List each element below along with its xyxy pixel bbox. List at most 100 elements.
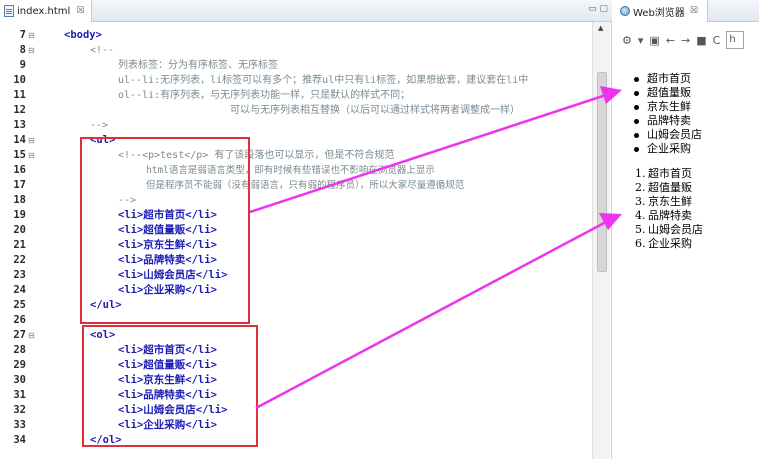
url-input[interactable]: h (726, 31, 745, 49)
line-number: 16 (13, 164, 26, 176)
list-number: 1. (635, 167, 646, 180)
list-number: 3. (635, 195, 646, 208)
line-number: 17 (13, 179, 26, 191)
line-number: 11 (13, 89, 26, 101)
ordered-list-render: 1. 超市首页 2. 超值量贩 3. 京东生鲜 4. 品牌特卖 5. 山姆会员店 6. 企业… (635, 167, 703, 251)
ol-highlight-box (82, 325, 258, 447)
scroll-up-icon[interactable]: ▲ (598, 24, 603, 32)
ul-highlight-box (80, 137, 250, 324)
code-line: 列表标签：分为有序标签、无序标签 (118, 60, 278, 71)
list-item-text: 京东生鲜 (648, 195, 692, 208)
list-item-text: 山姆会员店 (647, 128, 702, 141)
list-item-text: 品牌特卖 (648, 209, 692, 222)
line-number: 12 (13, 104, 26, 116)
list-item: 京东生鲜 (634, 100, 702, 114)
close-icon[interactable]: ☒ (690, 6, 698, 16)
bullet-icon (634, 90, 639, 96)
line-number: 22 (13, 254, 26, 266)
fold-toggle-icon[interactable]: ⊟ (28, 148, 36, 163)
scrollbar-thumb[interactable] (597, 72, 607, 272)
line-number: 10 (13, 74, 26, 86)
line-number: 20 (13, 224, 26, 236)
unordered-list-render: 超市首页 超值量贩 京东生鲜 品牌特卖 山姆会员店 企业采购 (634, 72, 702, 156)
list-item: 3. 京东生鲜 (635, 195, 703, 209)
bullet-icon (634, 146, 639, 152)
dropdown-icon[interactable]: ▾ (638, 34, 644, 47)
bullet-icon (634, 104, 639, 110)
line-number: 15 (13, 149, 26, 161)
line-number-gutter: 7 8 9 10 11 12 13 14 15 16 17 18 19 20 2… (0, 22, 44, 459)
list-item-text: 超值量贩 (647, 86, 691, 99)
code-editor-pane[interactable]: index.html ☒ ▭ ▢ 7 8 9 10 11 12 13 14 15… (0, 0, 612, 459)
browser-toolbar: ⚙ ▾ ▣ ← → ■ C h (616, 26, 759, 54)
line-number: 23 (13, 269, 26, 281)
editor-tab-bar: index.html ☒ ▭ ▢ (0, 0, 612, 22)
list-item: 2. 超值量贩 (635, 181, 703, 195)
browser-tab[interactable]: Web浏览器 ☒ (616, 0, 708, 22)
line-number: 28 (13, 344, 26, 356)
forward-icon[interactable]: → (681, 34, 690, 47)
list-number: 2. (635, 181, 646, 194)
vertical-scrollbar[interactable]: ▲ (592, 22, 610, 459)
list-item-text: 超市首页 (648, 167, 692, 180)
line-number: 19 (13, 209, 26, 221)
list-item-text: 企业采购 (648, 237, 692, 250)
page-icon[interactable]: ▣ (649, 34, 659, 47)
globe-icon (620, 6, 630, 16)
gear-icon[interactable]: ⚙ (622, 34, 632, 47)
fold-toggle-icon[interactable]: ⊟ (28, 28, 36, 43)
line-number: 30 (13, 374, 26, 386)
back-icon[interactable]: ← (666, 34, 675, 47)
editor-tab-index-html[interactable]: index.html ☒ (0, 0, 92, 22)
close-icon[interactable]: ☒ (76, 6, 84, 16)
line-number: 14 (13, 134, 26, 146)
bullet-icon (634, 132, 639, 138)
line-number: 7 (19, 29, 26, 41)
code-line: 可以与无序列表相互替换（以后可以通过样式将两者调整成一样） (230, 105, 520, 116)
code-line: ul--li:无序列表，li标签可以有多个；推荐ul中只有li标签，如果想嵌套，… (118, 75, 529, 86)
list-item-text: 京东生鲜 (647, 100, 691, 113)
line-number: 31 (13, 389, 26, 401)
html-file-icon (4, 5, 14, 17)
minimize-maximize-icon[interactable]: ▭ ▢ (588, 4, 608, 14)
line-number: 33 (13, 419, 26, 431)
list-item: 6. 企业采购 (635, 237, 703, 251)
code-line: <!-- (90, 45, 115, 56)
list-item: 1. 超市首页 (635, 167, 703, 181)
fold-toggle-icon[interactable]: ⊟ (28, 133, 36, 148)
line-number: 34 (13, 434, 26, 446)
list-item-text: 企业采购 (647, 142, 691, 155)
list-number: 6. (635, 237, 646, 250)
code-line: ol--li:有序列表，与无序列表功能一样，只是默认的样式不同； (118, 90, 411, 101)
line-number: 24 (13, 284, 26, 296)
code-line: <body> (64, 29, 102, 41)
line-number: 25 (13, 299, 26, 311)
line-number: 27 (13, 329, 26, 341)
list-number: 5. (635, 223, 646, 236)
list-item: 4. 品牌特卖 (635, 209, 703, 223)
list-item: 超值量贩 (634, 86, 702, 100)
line-number: 18 (13, 194, 26, 206)
list-number: 4. (635, 209, 646, 222)
bullet-icon (634, 76, 639, 82)
browser-tab-bar: Web浏览器 ☒ (616, 0, 759, 22)
refresh-icon[interactable]: C (713, 34, 721, 47)
list-item: 企业采购 (634, 142, 702, 156)
line-number: 13 (13, 119, 26, 131)
line-number: 26 (13, 314, 26, 326)
line-number: 9 (19, 59, 26, 71)
list-item: 5. 山姆会员店 (635, 223, 703, 237)
line-number: 21 (13, 239, 26, 251)
editor-tab-label: index.html (17, 5, 71, 17)
list-item-text: 超市首页 (647, 72, 691, 85)
list-item: 品牌特卖 (634, 114, 702, 128)
list-item-text: 超值量贩 (648, 181, 692, 194)
list-item: 山姆会员店 (634, 128, 702, 142)
web-browser-pane[interactable]: Web浏览器 ☒ ⚙ ▾ ▣ ← → ■ C h 超市首页 超值量贩 京东生鲜 … (616, 0, 759, 459)
list-item: 超市首页 (634, 72, 702, 86)
fold-toggle-icon[interactable]: ⊟ (28, 43, 36, 58)
stop-icon[interactable]: ■ (696, 34, 706, 47)
bullet-icon (634, 118, 639, 124)
fold-toggle-icon[interactable]: ⊟ (28, 328, 36, 343)
code-line: --> (90, 120, 109, 131)
